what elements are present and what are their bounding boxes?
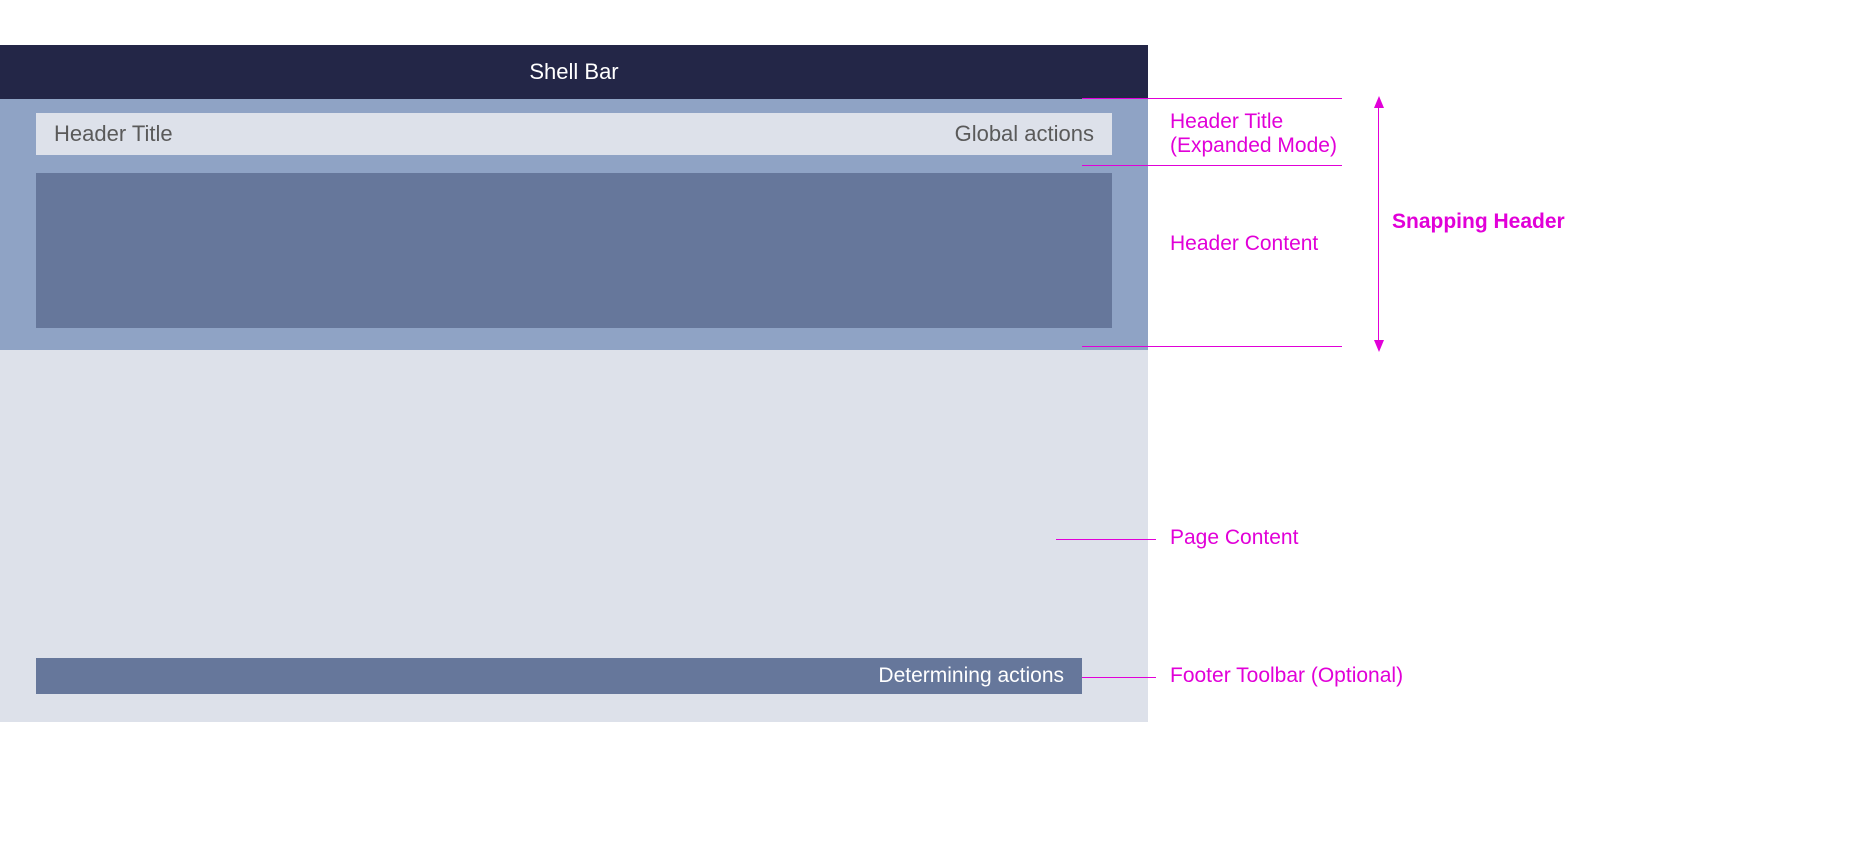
- page-content-area: Determining actions: [0, 350, 1148, 722]
- annotation-line: [1082, 346, 1342, 347]
- shell-bar-label: Shell Bar: [529, 59, 618, 84]
- annotation-footer-toolbar: Footer Toolbar (Optional): [1170, 664, 1403, 688]
- header-area: Header Title Global actions: [0, 99, 1148, 350]
- shell-bar: Shell Bar: [0, 45, 1148, 99]
- annotation-header-title: Header Title (Expanded Mode): [1170, 110, 1337, 158]
- annotation-line: [1082, 677, 1156, 678]
- global-actions-label: Global actions: [955, 121, 1094, 147]
- annotation-line: [1082, 165, 1342, 166]
- footer-actions-label: Determining actions: [878, 664, 1064, 687]
- arrow-down-icon: [1374, 340, 1384, 352]
- header-title-bar: Header Title Global actions: [36, 113, 1112, 155]
- annotation-line: [1056, 539, 1156, 540]
- bracket-line: [1378, 100, 1379, 346]
- page-layout-diagram: Shell Bar Header Title Global actions De…: [0, 45, 1148, 722]
- footer-toolbar: Determining actions: [36, 658, 1082, 694]
- annotation-snapping-header: Snapping Header: [1392, 210, 1565, 234]
- arrow-up-icon: [1374, 96, 1384, 108]
- annotation-header-content: Header Content: [1170, 232, 1318, 256]
- annotation-line: [1082, 98, 1342, 99]
- header-content-block: [36, 173, 1112, 328]
- annotation-page-content: Page Content: [1170, 526, 1298, 550]
- header-title-label: Header Title: [54, 121, 173, 147]
